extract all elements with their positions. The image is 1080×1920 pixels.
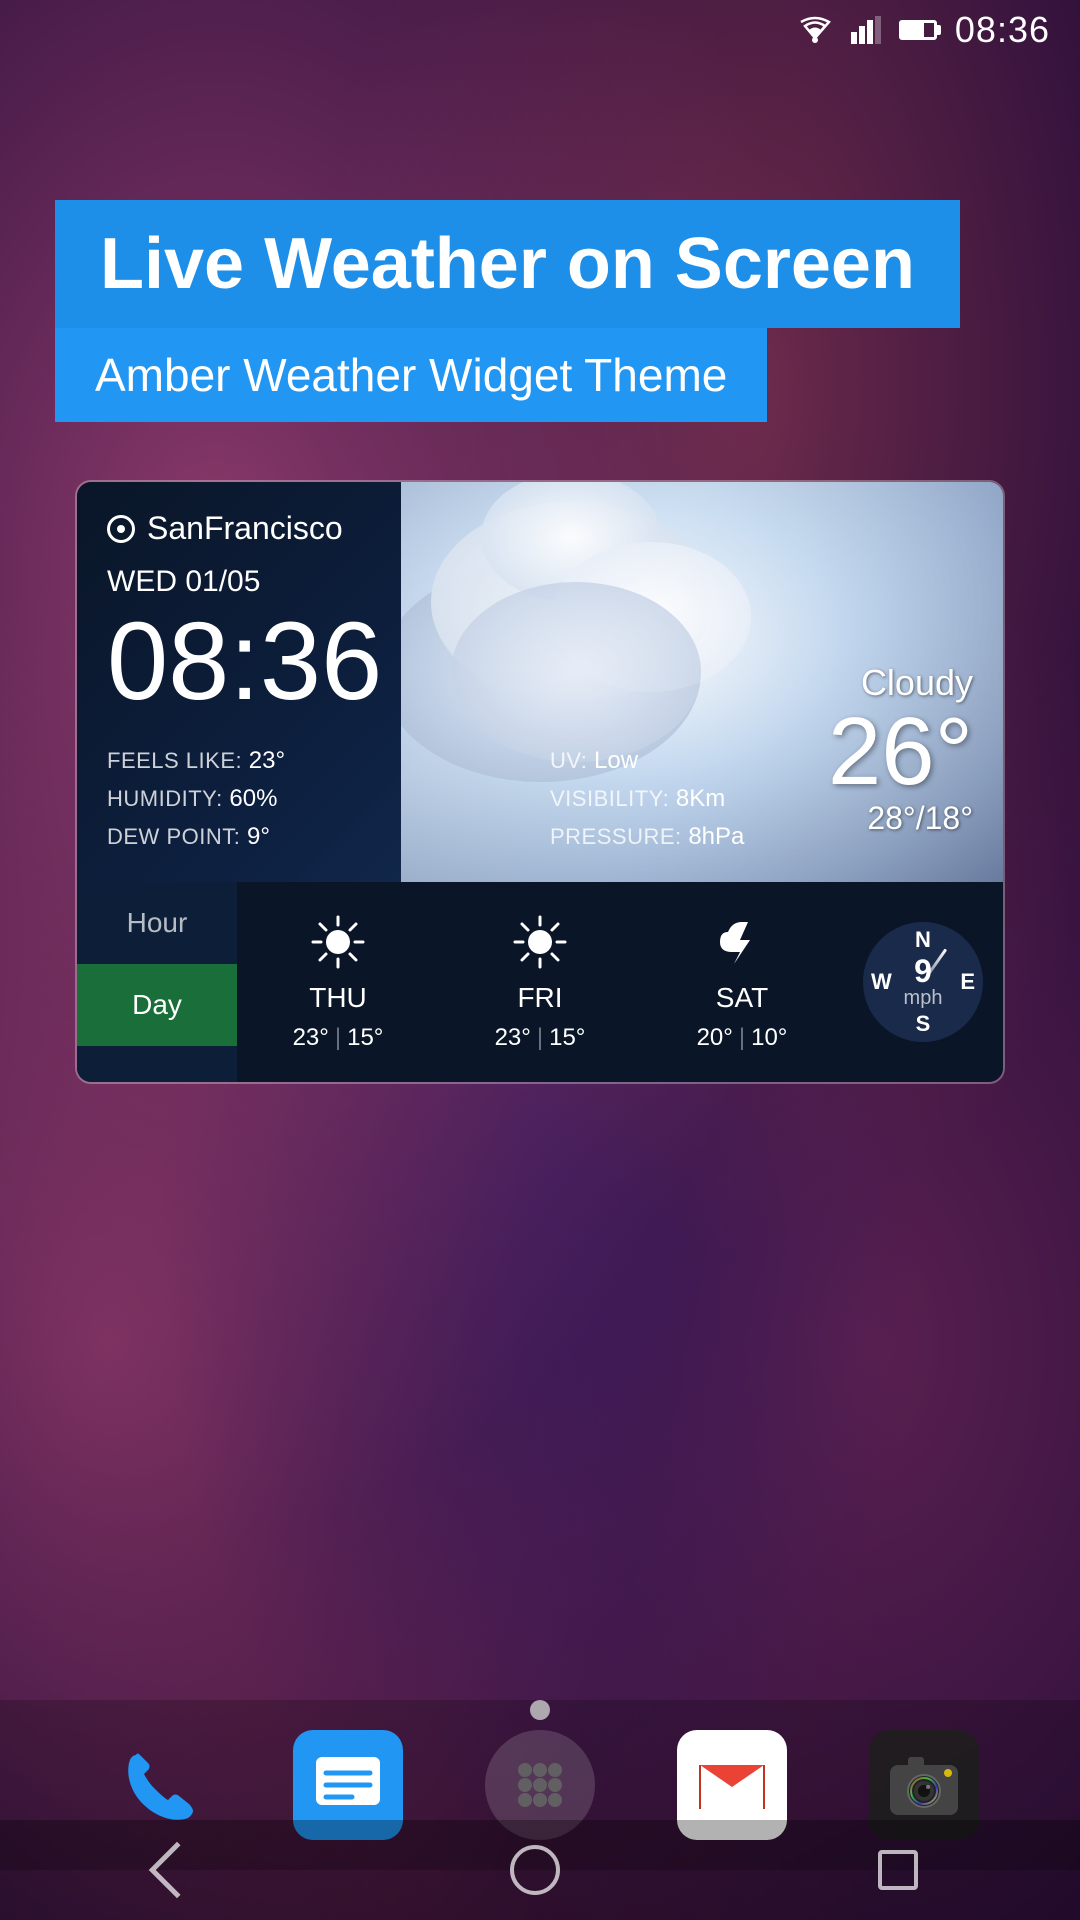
- compass-dial: N S E W 9 mph: [863, 922, 983, 1042]
- thu-icon: [303, 912, 373, 972]
- pressure-value: 8hPa: [688, 823, 744, 850]
- wind-unit: mph: [904, 987, 943, 1010]
- tab-day[interactable]: Day: [77, 964, 237, 1046]
- compass-north: N: [915, 927, 931, 953]
- status-icons: 08:36: [797, 9, 1050, 51]
- wind-compass: N S E W 9 mph: [843, 882, 1003, 1082]
- dew-point-label: DEW POINT:: [107, 824, 240, 849]
- dew-point: DEW POINT: 9°: [107, 823, 530, 851]
- location-icon: [107, 515, 135, 543]
- gmail-icon: [692, 1745, 772, 1825]
- fri-icon: [505, 912, 575, 972]
- visibility-value: 8Km: [676, 785, 725, 812]
- thu-temps: 23°|15°: [293, 1024, 384, 1052]
- banner-main-text: Live Weather on Screen: [100, 228, 915, 300]
- condition-range: 28°/18°: [828, 800, 973, 837]
- home-icon: [510, 1845, 560, 1895]
- sat-name: SAT: [716, 982, 768, 1014]
- uv-label: UV:: [550, 748, 587, 773]
- banner-sub: Amber Weather Widget Theme: [55, 328, 767, 422]
- sat-temps: 20°|10°: [697, 1024, 788, 1052]
- wifi-icon: [797, 16, 833, 44]
- nav-home-button[interactable]: [505, 1840, 565, 1900]
- signal-icon: [851, 16, 881, 44]
- forecast-day-sat: SAT 20°|10°: [641, 902, 843, 1062]
- status-bar: 08:36: [0, 0, 1080, 60]
- humidity-value: 60%: [229, 785, 277, 812]
- compass-south: S: [916, 1011, 931, 1037]
- back-icon: [148, 1842, 205, 1899]
- forecast-day-fri: FRI 23°|15°: [439, 902, 641, 1062]
- forecast-day-thu: THU 23°|15°: [237, 902, 439, 1062]
- dew-point-value: 9°: [247, 823, 270, 850]
- camera-icon: [884, 1745, 964, 1825]
- sat-icon: [707, 912, 777, 972]
- feels-like-label: FEELS LIKE:: [107, 748, 242, 773]
- phone-icon: [116, 1745, 196, 1825]
- forecast-tabs[interactable]: Hour Day: [77, 882, 237, 1082]
- visibility-label: VISIBILITY:: [550, 786, 669, 811]
- fri-name: FRI: [517, 982, 562, 1014]
- humidity: HUMIDITY: 60%: [107, 785, 530, 813]
- banner-main: Live Weather on Screen: [55, 200, 960, 328]
- condition-temp: 26°: [828, 704, 973, 800]
- widget-condition-area: Cloudy 26° 28°/18°: [828, 662, 973, 837]
- widget-main: SanFrancisco WED 01/05 08:36 Cloudy 26° …: [77, 482, 1003, 882]
- nav-back-button[interactable]: [152, 1845, 202, 1895]
- nav-recent-button[interactable]: [868, 1840, 928, 1900]
- uv-value: Low: [594, 747, 638, 774]
- widget-date: WED 01/05: [107, 565, 973, 599]
- banner-sub-text: Amber Weather Widget Theme: [95, 348, 727, 402]
- widget-location: SanFrancisco: [107, 510, 973, 547]
- weather-widget[interactable]: SanFrancisco WED 01/05 08:36 Cloudy 26° …: [75, 480, 1005, 1084]
- location-name: SanFrancisco: [147, 510, 343, 547]
- status-time: 08:36: [955, 9, 1050, 51]
- feels-like-value: 23°: [249, 747, 285, 774]
- compass-east: E: [960, 969, 975, 995]
- pressure-label: PRESSURE:: [550, 824, 682, 849]
- battery-icon: [899, 20, 937, 40]
- tab-hour[interactable]: Hour: [77, 882, 237, 964]
- nav-bar: [0, 1820, 1080, 1920]
- drawer-icon: [505, 1750, 575, 1820]
- header-banner: Live Weather on Screen Amber Weather Wid…: [55, 200, 1080, 422]
- recent-icon: [878, 1850, 918, 1890]
- messages-icon: [308, 1745, 388, 1825]
- thu-name: THU: [309, 982, 367, 1014]
- widget-forecast: Hour Day: [77, 882, 1003, 1082]
- humidity-label: HUMIDITY:: [107, 786, 223, 811]
- feels-like: FEELS LIKE: 23°: [107, 747, 530, 775]
- compass-west: W: [871, 969, 892, 995]
- forecast-days: THU 23°|15°: [237, 882, 843, 1082]
- fri-temps: 23°|15°: [495, 1024, 586, 1052]
